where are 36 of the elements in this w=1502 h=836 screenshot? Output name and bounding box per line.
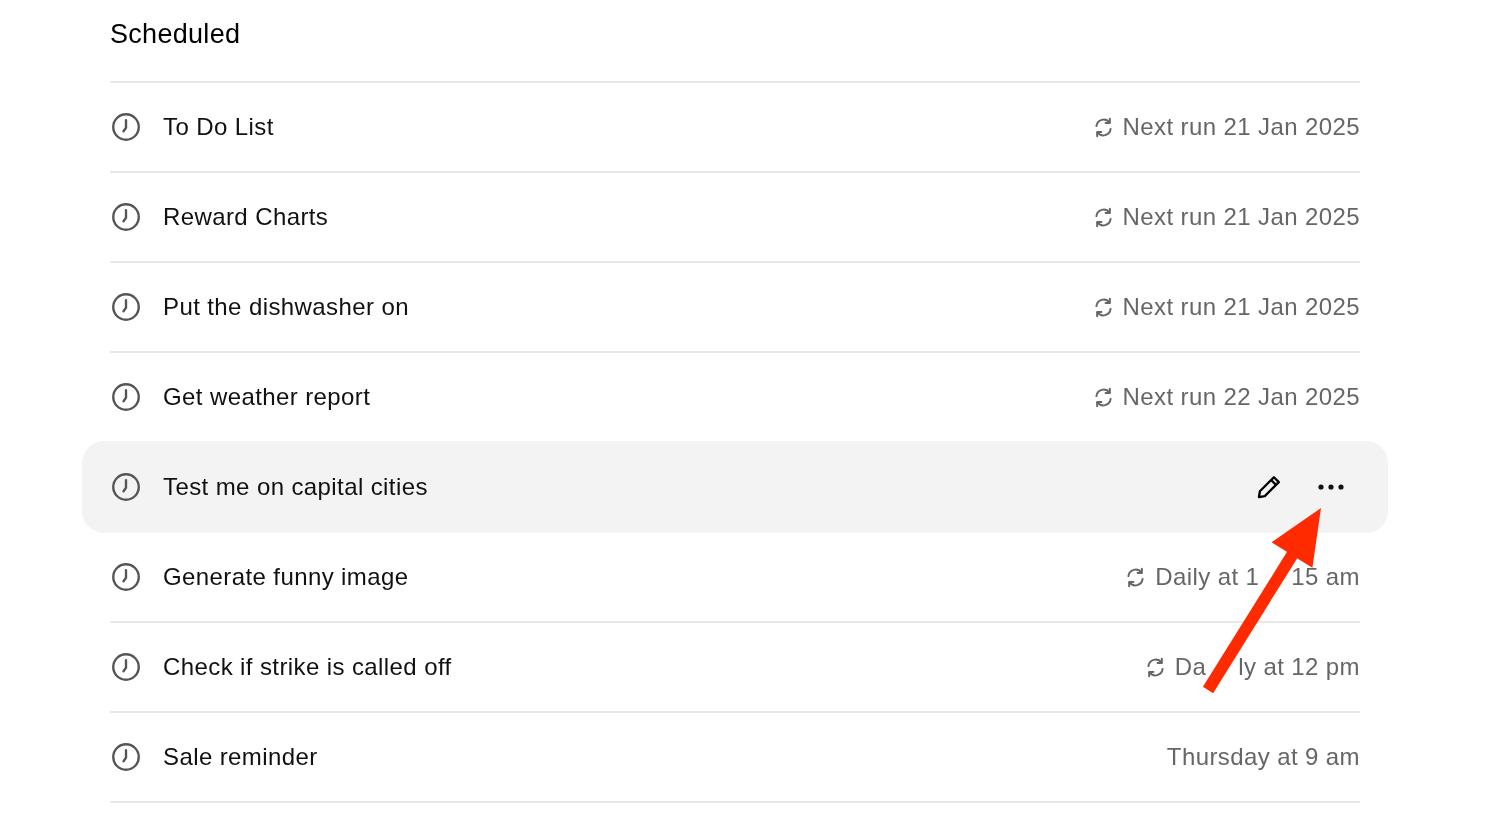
clock-icon (111, 472, 141, 502)
clock-icon (111, 562, 141, 592)
schedule-text: Next run 21 Jan 2025 (1122, 293, 1360, 321)
schedule-text: ly at 12 pm (1238, 653, 1360, 681)
clock-icon (111, 292, 141, 322)
schedule-text: Next run 21 Jan 2025 (1122, 113, 1360, 141)
clock-icon (111, 652, 141, 682)
schedule-text: Next run 22 Jan 2025 (1122, 383, 1360, 411)
more-dots-icon (1318, 484, 1344, 490)
task-title: Reward Charts (163, 203, 329, 231)
clock-icon (111, 112, 141, 142)
task-title: Put the dishwasher on (163, 293, 409, 321)
task-row[interactable]: Generate funny image Daily at 1 15 am (82, 533, 1388, 621)
schedule-text: 15 am (1291, 563, 1360, 591)
clock-icon (111, 202, 141, 232)
pencil-icon (1255, 473, 1283, 501)
task-row[interactable]: To Do List Next run 21 Jan 2025 (82, 83, 1388, 171)
task-title: Test me on capital cities (163, 473, 428, 501)
section-title: Scheduled (110, 19, 241, 50)
task-row[interactable]: Test me on capital cities (82, 441, 1388, 533)
clock-icon (111, 382, 141, 412)
task-title: Check if strike is called off (163, 653, 452, 681)
schedule-text: Daily at 1 (1155, 563, 1260, 591)
task-title: Generate funny image (163, 563, 409, 591)
schedule-text: Thursday at 9 am (1166, 743, 1360, 771)
task-title: Sale reminder (163, 743, 318, 771)
task-title: To Do List (163, 113, 274, 141)
task-row[interactable]: Sale reminder Thursday at 9 am (82, 713, 1388, 801)
clock-icon (111, 742, 141, 772)
schedule-text: Da (1174, 653, 1207, 681)
task-row[interactable]: Get weather report Next run 22 Jan 2025 (82, 353, 1388, 441)
task-row[interactable]: Put the dishwasher on Next run 21 Jan 2025 (82, 263, 1388, 351)
task-row[interactable]: Reward Charts Next run 21 Jan 2025 (82, 173, 1388, 261)
schedule-text: Next run 21 Jan 2025 (1122, 203, 1360, 231)
task-row[interactable]: Check if strike is called off Da ly at 12 pm (82, 623, 1388, 711)
task-title: Get weather report (163, 383, 371, 411)
